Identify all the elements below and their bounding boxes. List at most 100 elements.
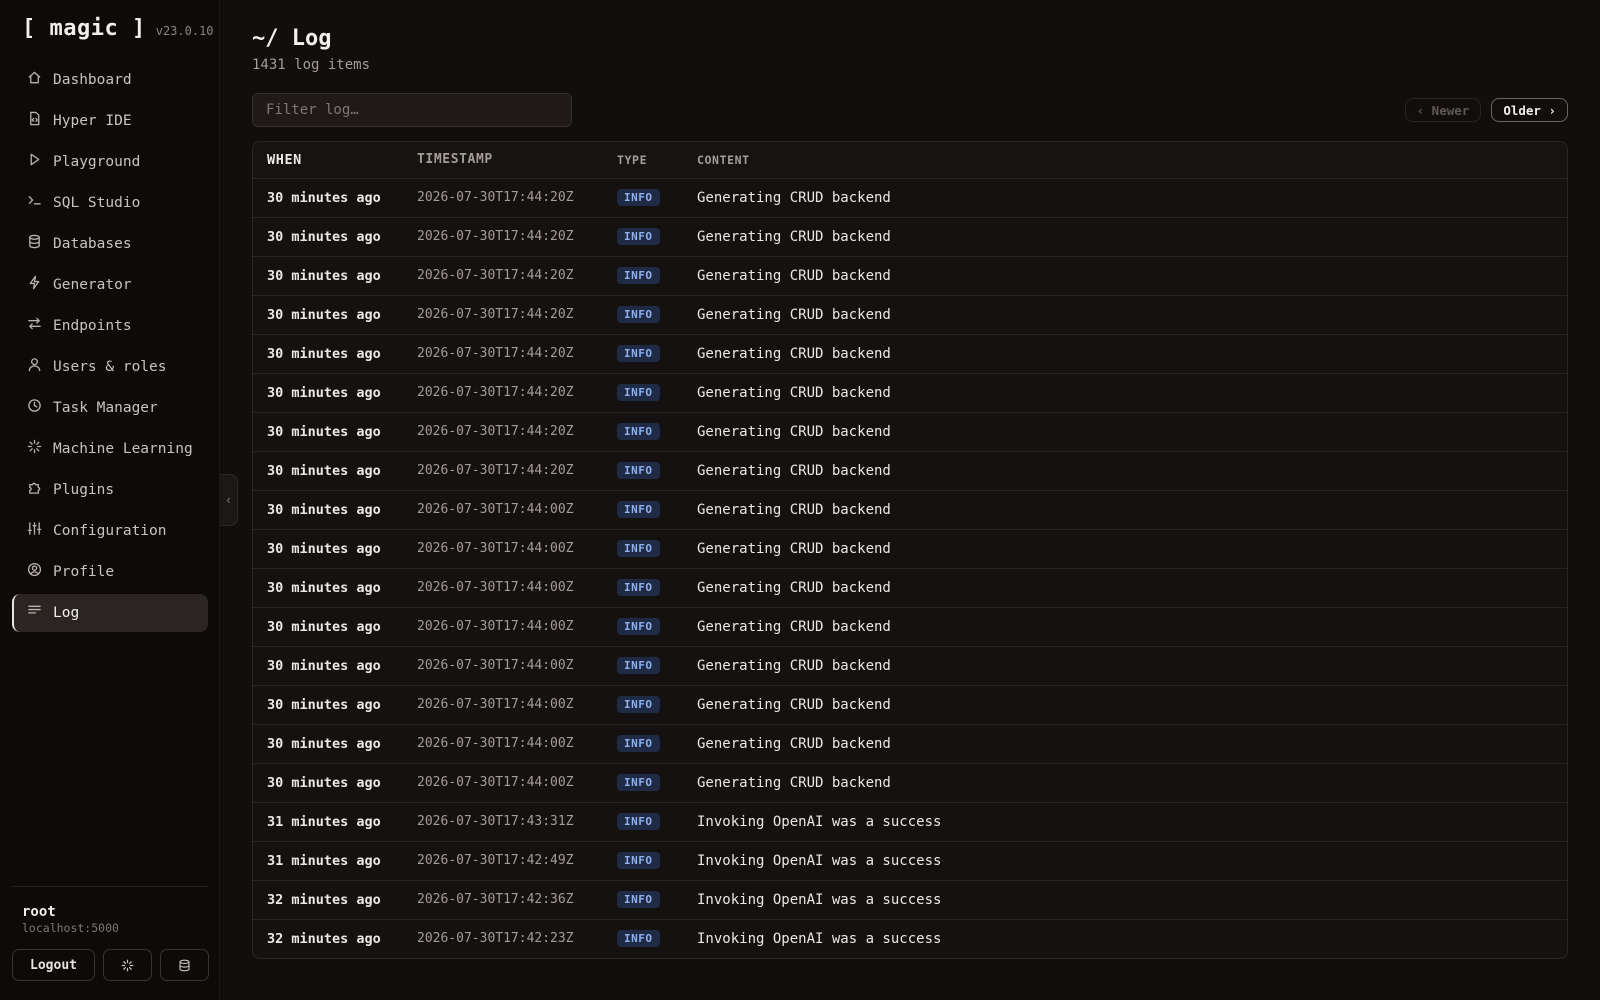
table-row[interactable]: 31 minutes ago 2026-07-30T17:42:49Z INFO In…	[253, 841, 1567, 881]
cell-timestamp: 2026-07-30T17:44:00Z	[417, 646, 617, 686]
cell-content: Generating CRUD backend	[697, 373, 1567, 413]
table-row[interactable]: 32 minutes ago 2026-07-30T17:42:36Z INFO In…	[253, 880, 1567, 920]
sidebar-item-task-manager[interactable]: Task Manager	[12, 389, 208, 427]
cell-type: INFO	[617, 685, 697, 725]
table-row[interactable]: 30 minutes ago 2026-07-30T17:44:00Z INFO Ge…	[253, 607, 1567, 647]
type-badge: INFO	[617, 423, 660, 440]
cell-when: 30 minutes ago	[253, 646, 417, 686]
type-badge: INFO	[617, 813, 660, 830]
app-logo[interactable]: [ magic ]	[22, 16, 146, 41]
sidebar-item-hyper-ide[interactable]: Hyper IDE	[12, 102, 208, 140]
play-icon	[26, 151, 42, 167]
sidebar-item-label: Plugins	[53, 482, 115, 498]
cell-when: 30 minutes ago	[253, 256, 417, 296]
cell-timestamp: 2026-07-30T17:44:00Z	[417, 490, 617, 530]
sidebar-item-sql-studio[interactable]: SQL Studio	[12, 184, 208, 222]
table-row[interactable]: 30 minutes ago 2026-07-30T17:44:00Z INFO Ge…	[253, 646, 1567, 686]
cell-when: 30 minutes ago	[253, 607, 417, 647]
table-row[interactable]: 30 minutes ago 2026-07-30T17:44:20Z INFO Ge…	[253, 412, 1567, 452]
table-row[interactable]: 30 minutes ago 2026-07-30T17:44:20Z INFO Ge…	[253, 256, 1567, 296]
cell-content: Generating CRUD backend	[697, 568, 1567, 608]
table-row[interactable]: 30 minutes ago 2026-07-30T17:44:20Z INFO Ge…	[253, 373, 1567, 413]
sidebar-item-databases[interactable]: Databases	[12, 225, 208, 263]
table-row[interactable]: 30 minutes ago 2026-07-30T17:44:00Z INFO Ge…	[253, 529, 1567, 569]
sidebar-item-generator[interactable]: Generator	[12, 266, 208, 304]
cell-timestamp: 2026-07-30T17:44:00Z	[417, 568, 617, 608]
table-row[interactable]: 30 minutes ago 2026-07-30T17:44:00Z INFO Ge…	[253, 568, 1567, 608]
column-header-timestamp: TIMESTAMP	[417, 142, 617, 179]
cell-content: Invoking OpenAI was a success	[697, 880, 1567, 920]
cell-when: 31 minutes ago	[253, 802, 417, 842]
logout-button[interactable]: Logout	[12, 949, 95, 981]
cell-when: 32 minutes ago	[267, 930, 381, 947]
type-badge: INFO	[617, 852, 660, 869]
sidebar-collapse-handle[interactable]: ‹	[220, 474, 238, 526]
sidebar-item-dashboard[interactable]: Dashboard	[12, 61, 208, 99]
cell-when: 30 minutes ago	[253, 724, 417, 764]
log-item-count: 1431 log items	[252, 57, 371, 73]
column-header-type: TYPE	[617, 142, 697, 179]
table-row[interactable]: 32 minutes ago 2026-07-30T17:42:23Z INFO In…	[253, 919, 1567, 958]
cell-timestamp: 2026-07-30T17:44:20Z	[417, 295, 617, 335]
sidebar-actions: Logout	[12, 949, 209, 981]
cell-content: Generating CRUD backend	[697, 685, 1567, 725]
sidebar-item-profile[interactable]: Profile	[12, 553, 208, 591]
cell-type: INFO	[617, 217, 697, 257]
cell-content: Generating CRUD backend	[697, 256, 1567, 296]
database-icon	[26, 233, 42, 249]
type-badge: INFO	[617, 618, 660, 635]
sidebar-item-endpoints[interactable]: Endpoints	[12, 307, 208, 345]
cell-when: 30 minutes ago	[253, 568, 417, 608]
cell-timestamp: 2026-07-30T17:44:20Z	[417, 451, 617, 491]
cell-content: Generating CRUD backend	[697, 529, 1567, 569]
older-button[interactable]: Older ›	[1491, 98, 1568, 122]
cell-content: Generating CRUD backend	[697, 724, 1567, 764]
sidebar-item-playground[interactable]: Playground	[12, 143, 208, 181]
table-row[interactable]: 30 minutes ago 2026-07-30T17:44:20Z INFO Ge…	[253, 217, 1567, 257]
cell-content: Generating CRUD backend	[697, 178, 1567, 218]
filter-log-input[interactable]	[252, 93, 572, 127]
type-badge: INFO	[617, 228, 660, 245]
database-button[interactable]	[160, 949, 209, 981]
sidebar-item-plugins[interactable]: Plugins	[12, 471, 208, 509]
cell-when: 30 minutes ago	[253, 451, 417, 491]
app-version: v23.0.10	[155, 24, 214, 38]
type-badge: INFO	[617, 462, 660, 479]
log-table: WHEN TIMESTAMP TYPE CONTENT 30 minutes a…	[252, 141, 1568, 959]
sidebar-item-log[interactable]: Log	[12, 594, 208, 632]
table-row[interactable]: 30 minutes ago 2026-07-30T17:44:00Z INFO Ge…	[253, 490, 1567, 530]
cell-timestamp: 2026-07-30T17:44:20Z	[417, 178, 617, 218]
cell-timestamp: 2026-07-30T17:43:31Z	[417, 802, 617, 842]
spark-button[interactable]	[103, 949, 152, 981]
table-row[interactable]: 30 minutes ago 2026-07-30T17:44:00Z INFO Ge…	[253, 685, 1567, 725]
table-row[interactable]: 30 minutes ago 2026-07-30T17:44:20Z INFO Ge…	[253, 295, 1567, 335]
home-icon	[26, 69, 42, 85]
cell-when: 30 minutes ago	[253, 412, 417, 452]
table-header-row: WHEN TIMESTAMP TYPE CONTENT	[253, 142, 1567, 179]
arrows-icon	[26, 315, 42, 331]
cell-when: 30 minutes ago	[253, 334, 417, 374]
table-row[interactable]: 30 minutes ago 2026-07-30T17:44:20Z INFO Ge…	[253, 451, 1567, 491]
clock-icon	[26, 397, 42, 413]
cell-content: Generating CRUD backend	[697, 217, 1567, 257]
sidebar-item-label: Users & roles	[53, 359, 167, 375]
brand: [ magic ] v23.0.10	[22, 16, 214, 41]
cell-content: Generating CRUD backend	[697, 607, 1567, 647]
cell-when: 30 minutes ago	[253, 178, 417, 218]
table-row[interactable]: 31 minutes ago 2026-07-30T17:43:31Z INFO In…	[253, 802, 1567, 842]
cell-timestamp: 2026-07-30T17:44:00Z	[417, 607, 617, 647]
newer-button[interactable]: ‹ Newer	[1404, 98, 1482, 122]
table-row[interactable]: 30 minutes ago 2026-07-30T17:44:00Z INFO Ge…	[253, 763, 1567, 803]
table-row[interactable]: 30 minutes ago 2026-07-30T17:44:20Z INFO Ge…	[253, 334, 1567, 374]
table-row[interactable]: 30 minutes ago 2026-07-30T17:44:20Z INFO Ge…	[253, 178, 1567, 218]
sidebar-item-machine-learning[interactable]: Machine Learning	[12, 430, 208, 468]
table-row[interactable]: 30 minutes ago 2026-07-30T17:44:00Z INFO Ge…	[253, 724, 1567, 764]
sidebar-item-configuration[interactable]: Configuration	[12, 512, 208, 550]
cell-type: INFO	[617, 529, 697, 569]
bolt-icon	[26, 274, 42, 290]
sidebar-item-users-roles[interactable]: Users & roles	[12, 348, 208, 386]
cell-timestamp: 2026-07-30T17:44:00Z	[417, 724, 617, 764]
cell-when: 30 minutes ago	[253, 373, 417, 413]
sidebar-item-label: Task Manager	[53, 400, 158, 416]
type-badge: INFO	[617, 306, 660, 323]
